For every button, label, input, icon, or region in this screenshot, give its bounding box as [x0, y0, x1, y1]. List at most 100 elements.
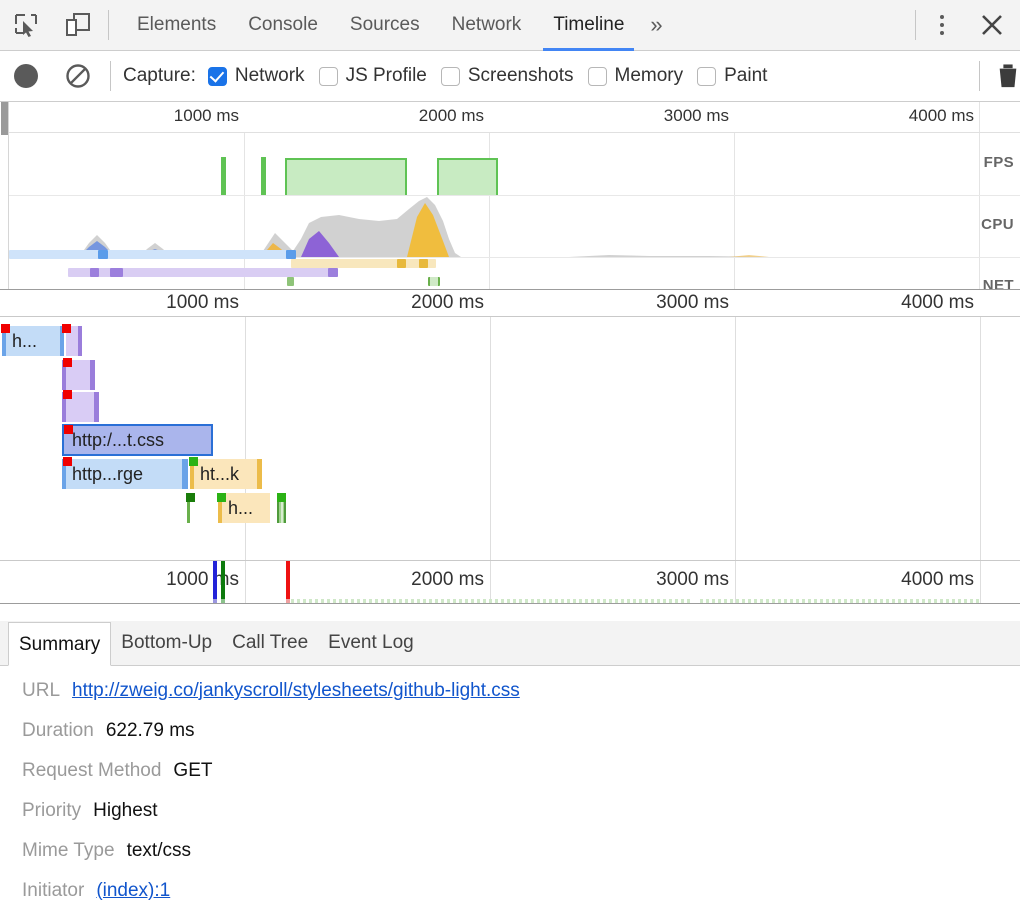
summary-label: URL [22, 680, 60, 702]
fps-band-label: FPS [984, 154, 1014, 171]
checkbox-box[interactable] [588, 67, 607, 86]
summary-value-initiator-link[interactable]: (index):1 [96, 880, 170, 902]
tab-summary[interactable]: Summary [8, 622, 111, 666]
inspect-element-icon[interactable] [0, 0, 52, 50]
overview-tick: 3000 ms [664, 106, 734, 126]
event-marker-icon [189, 457, 198, 466]
toolbar-divider [110, 61, 111, 91]
tab-call-tree[interactable]: Call Tree [222, 621, 318, 665]
waterfall-ruler: 1000 ms 2000 ms 3000 ms 4000 ms [0, 290, 1020, 317]
tab-label: Sources [350, 14, 420, 36]
summary-value: GET [173, 760, 212, 782]
waterfall-row-selected[interactable]: http:/...t.css [0, 425, 240, 455]
more-tabs-chevron-icon[interactable]: » [640, 0, 672, 51]
summary-value: Highest [93, 800, 157, 822]
waterfall-bottom-tick: 4000 ms [901, 569, 980, 591]
event-flag-red[interactable] [286, 561, 290, 601]
overview-tick: 1000 ms [174, 106, 244, 126]
waterfall-gridline [735, 317, 736, 560]
tab-label: Elements [137, 14, 216, 36]
ruler-gridline [490, 561, 491, 603]
kebab-menu-icon[interactable] [920, 0, 964, 50]
waterfall-row[interactable] [0, 360, 120, 390]
tab-bottom-up[interactable]: Bottom-Up [111, 621, 222, 665]
waterfall-row[interactable]: http...rge ht...k [0, 459, 300, 489]
event-marker-icon [217, 493, 226, 502]
waterfall-row[interactable]: h... [0, 326, 90, 356]
close-icon[interactable] [964, 0, 1020, 50]
event-marker-icon [63, 358, 72, 367]
summary-value: text/css [127, 840, 191, 862]
clear-icon[interactable] [52, 51, 104, 101]
summary-row-initiator: Initiator (index):1 [22, 880, 1020, 916]
waterfall-bottom-ruler: 1000 ms 2000 ms 3000 ms 4000 ms [0, 560, 1020, 604]
waterfall-row-label: http:/...t.css [66, 425, 214, 455]
waterfall-row[interactable]: h... [0, 493, 330, 523]
waterfall-canvas[interactable]: h... http:/...t.css [0, 317, 1020, 560]
checkbox-label: Memory [615, 65, 684, 87]
drawer-tab-label: Call Tree [232, 632, 308, 653]
drawer-tab-label: Summary [19, 634, 100, 655]
checkbox-network[interactable]: Network [208, 65, 305, 87]
drawer-tab-label: Event Log [328, 632, 414, 653]
tab-label: Timeline [553, 14, 624, 36]
waterfall-gridline [490, 317, 491, 560]
tab-label: Network [452, 14, 522, 36]
overview-tick: 4000 ms [909, 106, 979, 126]
waterfall-tick: 2000 ms [411, 292, 490, 314]
checkbox-js-profile[interactable]: JS Profile [319, 65, 427, 87]
tab-elements[interactable]: Elements [121, 0, 232, 51]
checkbox-box[interactable] [441, 67, 460, 86]
waterfall-row-label: h... [222, 493, 270, 523]
summary-label: Mime Type [22, 840, 115, 862]
summary-label: Initiator [22, 880, 84, 902]
cpu-band [9, 195, 980, 257]
capture-toolbar: Capture: Network JS Profile Screenshots … [0, 51, 1020, 102]
waterfall-bottom-tick: 3000 ms [656, 569, 735, 591]
event-flag-blue[interactable] [213, 561, 217, 601]
timeline-overview[interactable]: 1000 ms 2000 ms 3000 ms 4000 ms FPS [0, 102, 1020, 290]
checkbox-memory[interactable]: Memory [588, 65, 684, 87]
drawer-tabs: Summary Bottom-Up Call Tree Event Log [0, 621, 1020, 666]
summary-label: Priority [22, 800, 81, 822]
event-range-dotted [291, 599, 691, 603]
checkbox-box[interactable] [697, 67, 716, 86]
event-marker-icon [64, 425, 73, 434]
checkbox-box[interactable] [208, 67, 227, 86]
tab-sources[interactable]: Sources [334, 0, 436, 51]
waterfall-tick: 4000 ms [901, 292, 980, 314]
waterfall-row[interactable] [0, 392, 120, 422]
toolbar-right [973, 51, 1020, 101]
waterfall-tick: 3000 ms [656, 292, 735, 314]
event-flag-underline [221, 599, 225, 603]
tab-console[interactable]: Console [232, 0, 334, 51]
trash-icon[interactable] [986, 51, 1020, 101]
device-toolbar-icon[interactable] [52, 0, 104, 50]
event-marker-icon [63, 457, 72, 466]
event-marker-icon [277, 493, 286, 502]
summary-value-url-link[interactable]: http://zweig.co/jankyscroll/stylesheets/… [72, 680, 520, 702]
tab-timeline[interactable]: Timeline [537, 0, 640, 51]
checkbox-screenshots[interactable]: Screenshots [441, 65, 574, 87]
toolbar-divider [915, 10, 916, 40]
summary-list: URL http://zweig.co/jankyscroll/styleshe… [0, 666, 1020, 916]
net-band [9, 250, 980, 290]
record-button[interactable] [0, 51, 52, 101]
capture-label: Capture: [123, 65, 196, 87]
panel-tabs: Elements Console Sources Network Timelin… [121, 0, 673, 51]
devtools-tabbar: Elements Console Sources Network Timelin… [0, 0, 1020, 51]
checkbox-box[interactable] [319, 67, 338, 86]
summary-label: Duration [22, 720, 94, 742]
checkbox-label: JS Profile [346, 65, 427, 87]
details-drawer: Summary Bottom-Up Call Tree Event Log UR… [0, 621, 1020, 916]
checkbox-paint[interactable]: Paint [697, 65, 767, 87]
overview-tick: 2000 ms [419, 106, 489, 126]
fps-band [9, 133, 980, 195]
tab-event-log[interactable]: Event Log [318, 621, 424, 665]
tabbar-right-controls [911, 0, 1020, 51]
tab-network[interactable]: Network [436, 0, 538, 51]
summary-row-request-method: Request Method GET [22, 760, 1020, 800]
ruler-gridline [245, 561, 246, 603]
event-flag-green[interactable] [221, 561, 225, 601]
overview-selection-handle[interactable] [0, 102, 9, 290]
